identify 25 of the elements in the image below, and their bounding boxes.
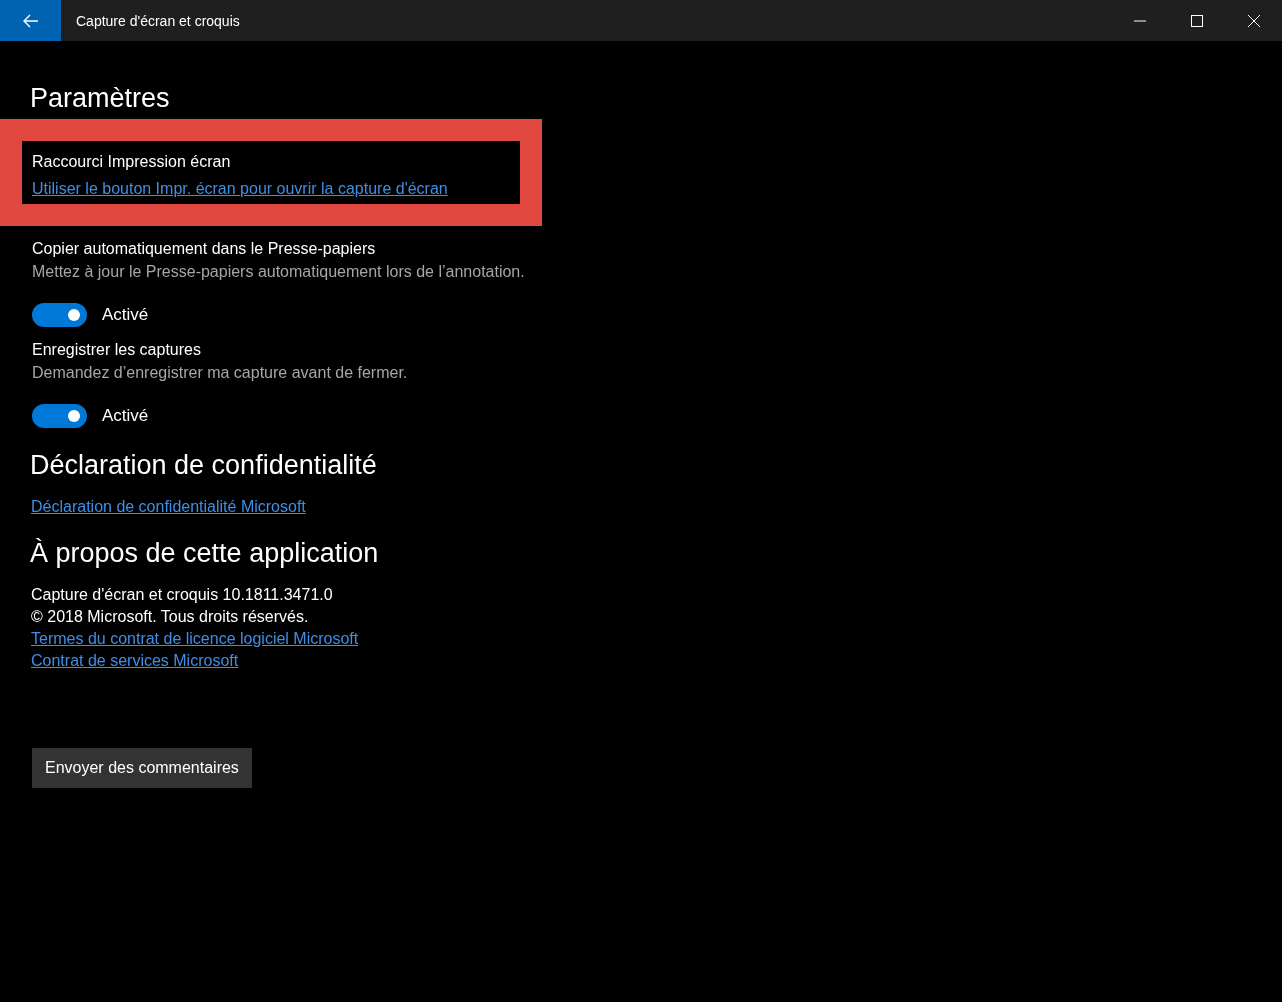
setting-description: Demandez d’enregistrer ma capture avant de fermer. — [32, 364, 409, 382]
setting-label: Copier automatiquement dans le Presse-papiers — [32, 240, 377, 258]
about-text: Capture d'écran et croquis 10.1811.3471.0 — [31, 586, 334, 604]
back-arrow-icon — [22, 13, 39, 28]
about-link[interactable]: Termes du contrat de licence logiciel Microsoft — [31, 630, 359, 648]
toggle-state-label: Activé — [102, 406, 149, 426]
section-heading: À propos de cette application — [30, 537, 380, 570]
toggle-switch[interactable] — [32, 303, 87, 327]
privacy-link[interactable]: Déclaration de confidentialité Microsoft — [31, 498, 306, 516]
about-text: © 2018 Microsoft. Tous droits réservés. — [31, 608, 310, 626]
close-icon — [1247, 14, 1260, 27]
section-heading: Paramètres — [30, 82, 171, 115]
toggle-switch[interactable] — [32, 404, 87, 428]
setting-link[interactable]: Utiliser le bouton Impr. écran pour ouvrir la capture d'écran — [32, 180, 448, 197]
feedback-button[interactable]: Envoyer des commentaires — [32, 748, 252, 788]
maximize-icon — [1190, 14, 1203, 27]
window-title: Capture d'écran et croquis — [76, 12, 241, 29]
toggle-state-label: Activé — [102, 305, 149, 325]
minimize-icon — [1133, 19, 1146, 22]
setting-label: Enregistrer les captures — [32, 341, 202, 359]
setting-description: Mettez à jour le Presse-papiers automatiquement lors de l’annotation. — [32, 263, 526, 281]
section-heading: Déclaration de confidentialité — [30, 449, 378, 482]
about-link[interactable]: Contrat de services Microsoft — [31, 652, 239, 670]
back-button[interactable] — [0, 0, 61, 41]
setting-label: Raccourci Impression écran — [32, 153, 232, 171]
